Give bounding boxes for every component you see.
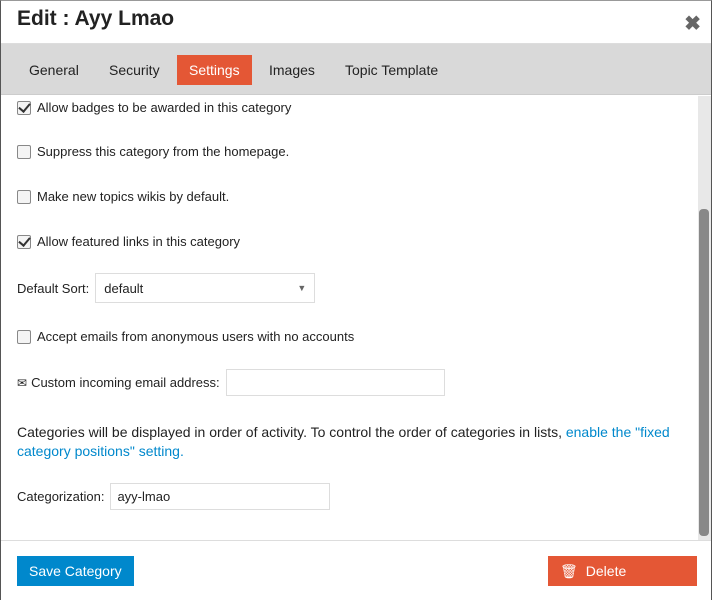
default-sort-label: Default Sort: [17, 280, 90, 296]
modal-title: Edit : Ayy Lmao [17, 7, 175, 30]
wikis-checkbox[interactable] [17, 189, 31, 204]
anon-emails-checkbox[interactable] [17, 329, 31, 344]
default-sort-select[interactable]: default ▼ [95, 273, 316, 303]
badges-option[interactable]: Allow badges to be awarded in this categ… [17, 100, 291, 115]
modal-footer: Save Category 🗑 Delete Category [1, 540, 711, 609]
info-body: Categories will be displayed in order of… [17, 424, 566, 440]
delete-category-button[interactable]: 🗑 Delete Category [548, 556, 697, 609]
tab-images[interactable]: Images [257, 55, 327, 85]
categorization-input[interactable]: ayy-lmao [110, 483, 331, 510]
save-category-button[interactable]: Save Category [17, 556, 134, 586]
default-sort-value: default [104, 280, 144, 296]
tab-bar: General Security Settings Images Topic T… [1, 44, 711, 95]
wikis-option[interactable]: Make new topics wikis by default. [17, 189, 229, 204]
envelope-icon: ✉ [17, 375, 28, 390]
email-label: Custom incoming email address: [31, 375, 220, 390]
tab-topic-template[interactable]: Topic Template [333, 55, 450, 85]
caret-down-icon: ▼ [297, 283, 307, 293]
anon-emails-option[interactable]: Accept emails from anonymous users with … [17, 329, 354, 344]
email-row: ✉ Custom incoming email address: [17, 369, 445, 396]
default-sort-row: Default Sort: default ▼ [17, 273, 316, 303]
categorization-row: Categorization: ayy-lmao [17, 483, 331, 510]
anon-emails-label: Accept emails from anonymous users with … [37, 329, 355, 344]
tab-security[interactable]: Security [97, 55, 172, 85]
suppress-label: Suppress this category from the homepage… [37, 144, 290, 159]
featured-option[interactable]: Allow featured links in this category [17, 234, 240, 249]
info-text: Categories will be displayed in order of… [17, 423, 677, 461]
tab-settings[interactable]: Settings [177, 55, 252, 85]
modal-header: Edit : Ayy Lmao ✖ [1, 1, 711, 44]
featured-checkbox[interactable] [17, 234, 31, 249]
scrollbar-thumb[interactable] [699, 209, 709, 536]
suppress-checkbox[interactable] [17, 144, 31, 159]
categorization-label: Categorization: [17, 489, 105, 504]
trash-icon: 🗑 [560, 563, 578, 579]
edit-category-modal: Edit : Ayy Lmao ✖ General Security Setti… [0, 0, 712, 609]
settings-content: Allow badges to be awarded in this categ… [1, 96, 697, 540]
badges-checkbox[interactable] [17, 100, 31, 115]
wikis-label: Make new topics wikis by default. [37, 189, 230, 204]
email-input[interactable] [225, 369, 445, 396]
close-icon[interactable]: ✖ [684, 11, 701, 36]
featured-label: Allow featured links in this category [37, 234, 241, 249]
tab-general[interactable]: General [17, 55, 91, 85]
suppress-option[interactable]: Suppress this category from the homepage… [17, 144, 289, 159]
scrollbar[interactable] [698, 96, 711, 541]
badges-label: Allow badges to be awarded in this categ… [37, 100, 292, 115]
